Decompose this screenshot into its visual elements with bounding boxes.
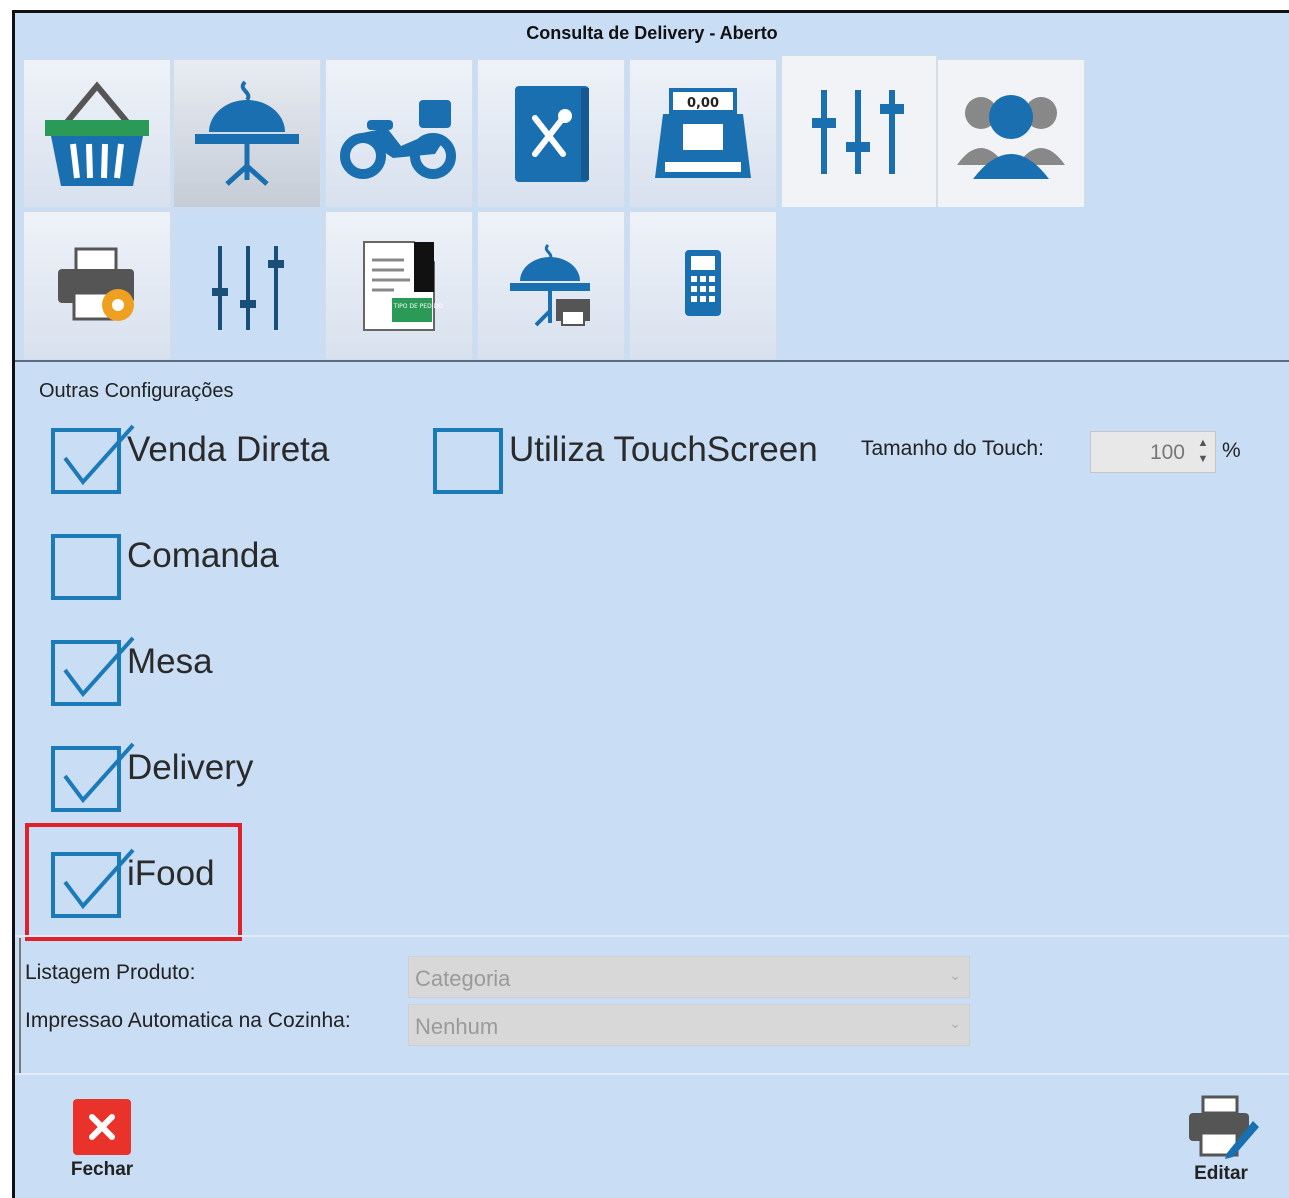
print-edit-icon <box>1189 1095 1259 1159</box>
close-icon <box>73 1099 131 1155</box>
menu-book-icon <box>515 85 589 182</box>
order-type-tag: IMP TIPO DE PEDIDO <box>381 303 443 310</box>
check-icon <box>63 636 135 698</box>
check-icon <box>63 742 135 804</box>
edit-button[interactable]: Editar <box>1181 1095 1261 1185</box>
tab-other-settings[interactable] <box>173 211 321 363</box>
chevron-down-icon: ⌄ <box>949 1015 961 1031</box>
window-title: Consulta de Delivery - Aberto <box>526 23 778 43</box>
sliders-icon <box>812 89 904 174</box>
impressao-label: Impressao Automatica na Cozinha: <box>25 1009 351 1032</box>
tab-mobile[interactable] <box>629 211 777 359</box>
comanda-label: Comanda <box>127 536 279 575</box>
venda-direta-label: Venda Direta <box>127 430 330 469</box>
config-window: Consulta de Delivery - Aberto 0,00 IMP T… <box>12 10 1289 1198</box>
register-display: 0,00 <box>687 96 719 111</box>
venda-direta-checkbox[interactable]: Venda Direta <box>51 424 330 494</box>
tab-menu[interactable] <box>477 59 625 207</box>
divider <box>15 935 1289 937</box>
listagem-label: Listagem Produto: <box>25 961 196 984</box>
touchscreen-checkbox[interactable]: Utiliza TouchScreen <box>433 428 818 494</box>
touchscreen-label: Utiliza TouchScreen <box>509 430 818 469</box>
listagem-value: Categoria <box>415 966 511 991</box>
delivery-label: Delivery <box>127 748 254 787</box>
comanda-box[interactable] <box>51 534 121 600</box>
check-icon <box>63 424 135 486</box>
basket-icon <box>45 80 149 186</box>
tab-basket[interactable] <box>23 59 171 207</box>
calculator-phone-icon <box>685 249 721 316</box>
edit-label: Editar <box>1194 1163 1248 1184</box>
tab-settings[interactable] <box>781 55 937 207</box>
users-group-icon <box>957 94 1065 179</box>
tab-users[interactable] <box>937 59 1085 207</box>
close-button[interactable]: Fechar <box>65 1099 139 1181</box>
tab-separator <box>15 360 1289 362</box>
venda-direta-box[interactable] <box>51 424 135 494</box>
delivery-checkbox[interactable]: Delivery <box>51 742 254 812</box>
impressao-select[interactable]: Nenhum ⌄ <box>408 1004 970 1046</box>
tab-kitchen-print[interactable] <box>477 211 625 359</box>
delivery-box[interactable] <box>51 742 135 812</box>
mesa-checkbox[interactable]: Mesa <box>51 636 213 706</box>
mesa-box[interactable] <box>51 636 135 706</box>
cloche-table-icon <box>195 80 299 186</box>
touchscreen-box[interactable] <box>433 428 503 494</box>
footer-divider <box>15 1073 1289 1075</box>
impressao-value: Nenhum <box>415 1014 499 1039</box>
tab-printer-settings[interactable] <box>23 211 171 359</box>
touch-size-spinner[interactable]: 100 ▲ ▼ <box>1090 431 1216 473</box>
chevron-down-icon: ⌄ <box>949 967 961 983</box>
comanda-checkbox[interactable]: Comanda <box>51 534 279 600</box>
touch-size-unit: % <box>1222 439 1241 462</box>
spinner-arrows[interactable]: ▲ ▼ <box>1193 435 1213 469</box>
ifood-highlight-box <box>25 823 242 941</box>
sliders-thin-icon <box>212 245 284 330</box>
tab-order-type[interactable]: IMP TIPO DE PEDIDO <box>325 211 473 359</box>
cloche-printer-icon <box>510 243 590 326</box>
touch-size-label: Tamanho do Touch: <box>861 437 1044 460</box>
printer-settings-icon <box>58 247 134 321</box>
close-label: Fechar <box>70 1159 134 1180</box>
left-border-line <box>19 938 21 1073</box>
tab-cloche-table[interactable] <box>173 59 321 207</box>
cash-register-icon: 0,00 <box>655 87 751 178</box>
document-order-type-icon: IMP TIPO DE PEDIDO <box>363 240 443 331</box>
tab-delivery[interactable] <box>325 59 473 207</box>
tab-cash-register[interactable]: 0,00 <box>629 59 777 207</box>
touch-size-value: 100 <box>1149 441 1185 464</box>
motorcycle-delivery-icon <box>340 99 456 179</box>
group-label: Outras Configurações <box>39 380 234 402</box>
listagem-select[interactable]: Categoria ⌄ <box>408 956 970 998</box>
